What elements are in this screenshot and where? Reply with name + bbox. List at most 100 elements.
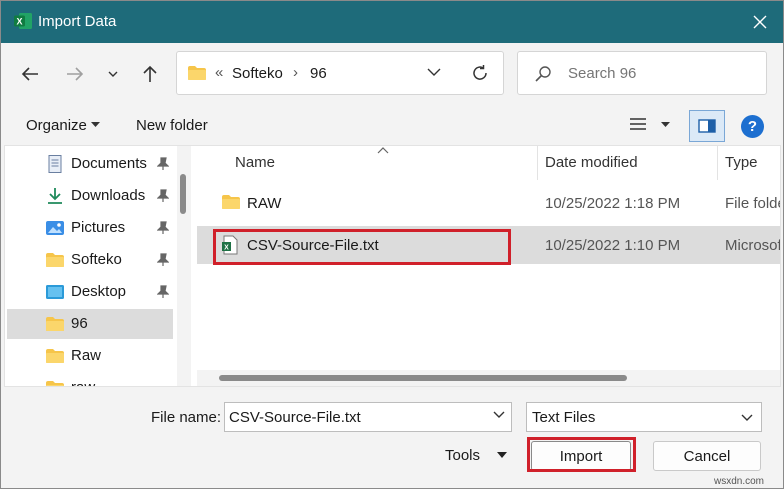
- search-input[interactable]: [568, 65, 758, 82]
- file-name-input[interactable]: [224, 402, 512, 432]
- file-name: CSV-Source-File.txt: [247, 237, 379, 254]
- search-box[interactable]: [517, 51, 767, 95]
- organize-button[interactable]: Organize: [26, 117, 87, 134]
- breadcrumb-96[interactable]: 96: [310, 65, 327, 82]
- sidebar-scrollbar[interactable]: [177, 146, 191, 386]
- help-button[interactable]: ?: [741, 115, 764, 138]
- sidebar-item-raw-lower[interactable]: raw: [7, 373, 173, 386]
- forward-button[interactable]: [62, 61, 88, 87]
- svg-text:X: X: [16, 17, 22, 27]
- import-data-dialog: X Import Data « Softeko › 96 Search 96 O…: [0, 0, 784, 489]
- import-button[interactable]: Import: [531, 441, 631, 471]
- refresh-icon[interactable]: [471, 64, 489, 82]
- file-date: 10/25/2022 1:10 PM: [545, 237, 681, 254]
- search-icon: [535, 66, 551, 82]
- breadcrumb-separator: ›: [293, 64, 298, 81]
- arrow-left-icon: [21, 67, 38, 81]
- view-list-icon[interactable]: [629, 116, 647, 132]
- window-title: Import Data: [38, 13, 117, 30]
- pin-icon: [157, 189, 169, 202]
- command-bar: Organize New folder ?: [1, 103, 783, 145]
- caret-down-icon: [91, 122, 100, 127]
- preview-pane-icon: [698, 119, 716, 133]
- breadcrumb-overflow[interactable]: «: [215, 64, 223, 81]
- up-button[interactable]: [137, 61, 163, 87]
- svg-text:X: X: [224, 245, 229, 252]
- file-type: File folder: [725, 195, 780, 212]
- file-name-label: File name:: [151, 409, 222, 426]
- browser-area: Documents Downloads Pictures Softeko Des: [4, 145, 781, 387]
- title-bar[interactable]: X Import Data: [1, 1, 783, 43]
- pictures-icon: [46, 221, 64, 235]
- pin-icon: [157, 221, 169, 234]
- back-button[interactable]: [17, 61, 43, 87]
- pin-icon: [157, 253, 169, 266]
- excel-app-icon: X: [14, 13, 32, 29]
- chevron-down-icon[interactable]: [427, 65, 441, 79]
- file-type: Microsoft Excel: [725, 237, 780, 254]
- sidebar-item-label: Desktop: [71, 283, 127, 300]
- file-name: RAW: [247, 195, 282, 212]
- caret-down-icon[interactable]: [497, 452, 507, 458]
- sidebar-item-softeko[interactable]: Softeko: [7, 245, 173, 275]
- sidebar-scroll-thumb[interactable]: [180, 174, 186, 214]
- sidebar-item-label: raw: [71, 379, 95, 386]
- file-type-select[interactable]: Text Files: [526, 402, 762, 432]
- sidebar-item-label: Downloads: [71, 187, 146, 204]
- close-icon: [753, 15, 767, 29]
- column-header-date-modified[interactable]: Date modified: [545, 154, 638, 188]
- file-row-raw[interactable]: RAW 10/25/2022 1:18 PM File folder: [197, 184, 780, 222]
- navigation-pane[interactable]: Documents Downloads Pictures Softeko Des: [5, 146, 191, 386]
- address-bar[interactable]: « Softeko › 96: [176, 51, 504, 95]
- download-icon: [48, 188, 62, 204]
- file-type-value: Text Files: [532, 409, 596, 426]
- caret-down-icon[interactable]: [661, 122, 670, 127]
- cancel-button[interactable]: Cancel: [653, 441, 761, 471]
- pin-icon: [157, 157, 169, 170]
- folder-icon: [46, 381, 64, 386]
- horizontal-scroll-thumb[interactable]: [219, 375, 627, 381]
- column-divider[interactable]: [537, 146, 538, 180]
- folder-icon: [188, 66, 206, 80]
- close-button[interactable]: [737, 1, 783, 43]
- excel-file-icon: X: [222, 235, 238, 255]
- chevron-down-icon: [741, 414, 753, 421]
- column-header-type[interactable]: Type: [725, 154, 758, 188]
- sidebar-item-documents[interactable]: Documents: [7, 149, 173, 179]
- pin-icon: [157, 285, 169, 298]
- watermark: wsxdn.com: [714, 476, 765, 487]
- sidebar-item-label: Raw: [71, 347, 102, 364]
- preview-pane-button[interactable]: [689, 110, 725, 142]
- sidebar-item-label: Pictures: [71, 219, 126, 236]
- file-date: 10/25/2022 1:18 PM: [545, 195, 681, 212]
- column-divider[interactable]: [717, 146, 718, 180]
- sidebar-item-96[interactable]: 96: [7, 309, 173, 339]
- sidebar-item-label: Documents: [71, 155, 147, 172]
- arrow-up-icon: [143, 65, 157, 82]
- chevron-down-icon: [108, 71, 118, 77]
- sidebar-item-raw-upper[interactable]: Raw: [7, 341, 173, 371]
- sidebar-item-downloads[interactable]: Downloads: [7, 181, 173, 211]
- file-row-csv-source-file[interactable]: X CSV-Source-File.txt 10/25/2022 1:10 PM…: [197, 226, 780, 264]
- help-icon: ?: [747, 118, 758, 135]
- desktop-icon: [46, 285, 64, 299]
- folder-icon: [46, 317, 64, 331]
- file-list-horizontal-scrollbar[interactable]: [197, 370, 780, 386]
- folder-icon: [222, 195, 240, 209]
- folder-icon: [46, 349, 64, 363]
- sidebar-item-pictures[interactable]: Pictures: [7, 213, 173, 243]
- folder-icon: [46, 253, 64, 267]
- sidebar-item-label: Softeko: [71, 251, 122, 268]
- sort-ascending-icon: [377, 147, 389, 154]
- navigation-bar: « Softeko › 96: [1, 43, 783, 103]
- new-folder-button[interactable]: New folder: [136, 117, 208, 134]
- document-icon: [48, 155, 62, 173]
- column-header-name[interactable]: Name: [235, 154, 275, 188]
- file-list[interactable]: Name Date modified Type RAW 10/25/2022 1…: [197, 146, 780, 386]
- sidebar-item-label: 96: [71, 315, 88, 332]
- tools-button[interactable]: Tools: [445, 447, 480, 464]
- recent-locations-button[interactable]: [101, 61, 125, 87]
- sidebar-item-desktop[interactable]: Desktop: [7, 277, 173, 307]
- breadcrumb-softeko[interactable]: Softeko: [232, 65, 283, 82]
- arrow-right-icon: [67, 67, 84, 81]
